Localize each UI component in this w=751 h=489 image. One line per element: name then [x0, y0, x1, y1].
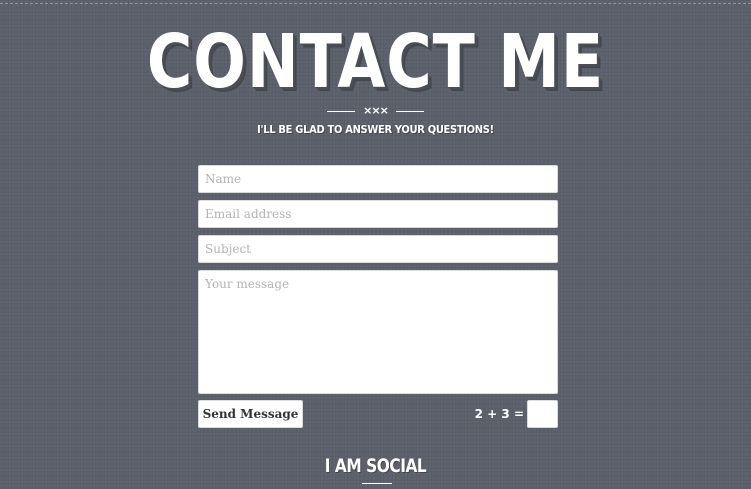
- page-title: CONTACT ME: [146, 19, 605, 105]
- cross-ornament-icon: ×××: [363, 104, 389, 117]
- ornament-line-right: [395, 110, 424, 112]
- name-field[interactable]: [198, 165, 558, 193]
- email-field[interactable]: [198, 200, 558, 228]
- send-message-button[interactable]: Send Message: [198, 400, 303, 428]
- top-dashed-divider: [0, 3, 751, 4]
- subject-field[interactable]: [198, 235, 558, 263]
- captcha-question: 2 + 3 =: [474, 407, 524, 421]
- title-ornament: ×××: [0, 105, 751, 117]
- message-field[interactable]: [198, 270, 558, 394]
- captcha-answer-field[interactable]: [527, 400, 558, 428]
- social-heading: I AM SOCIAL: [324, 455, 427, 477]
- ornament-line-left: [327, 110, 356, 112]
- social-heading-underline: [362, 483, 392, 484]
- page-subtitle: I'LL BE GLAD TO ANSWER YOUR QUESTIONS!: [257, 123, 494, 136]
